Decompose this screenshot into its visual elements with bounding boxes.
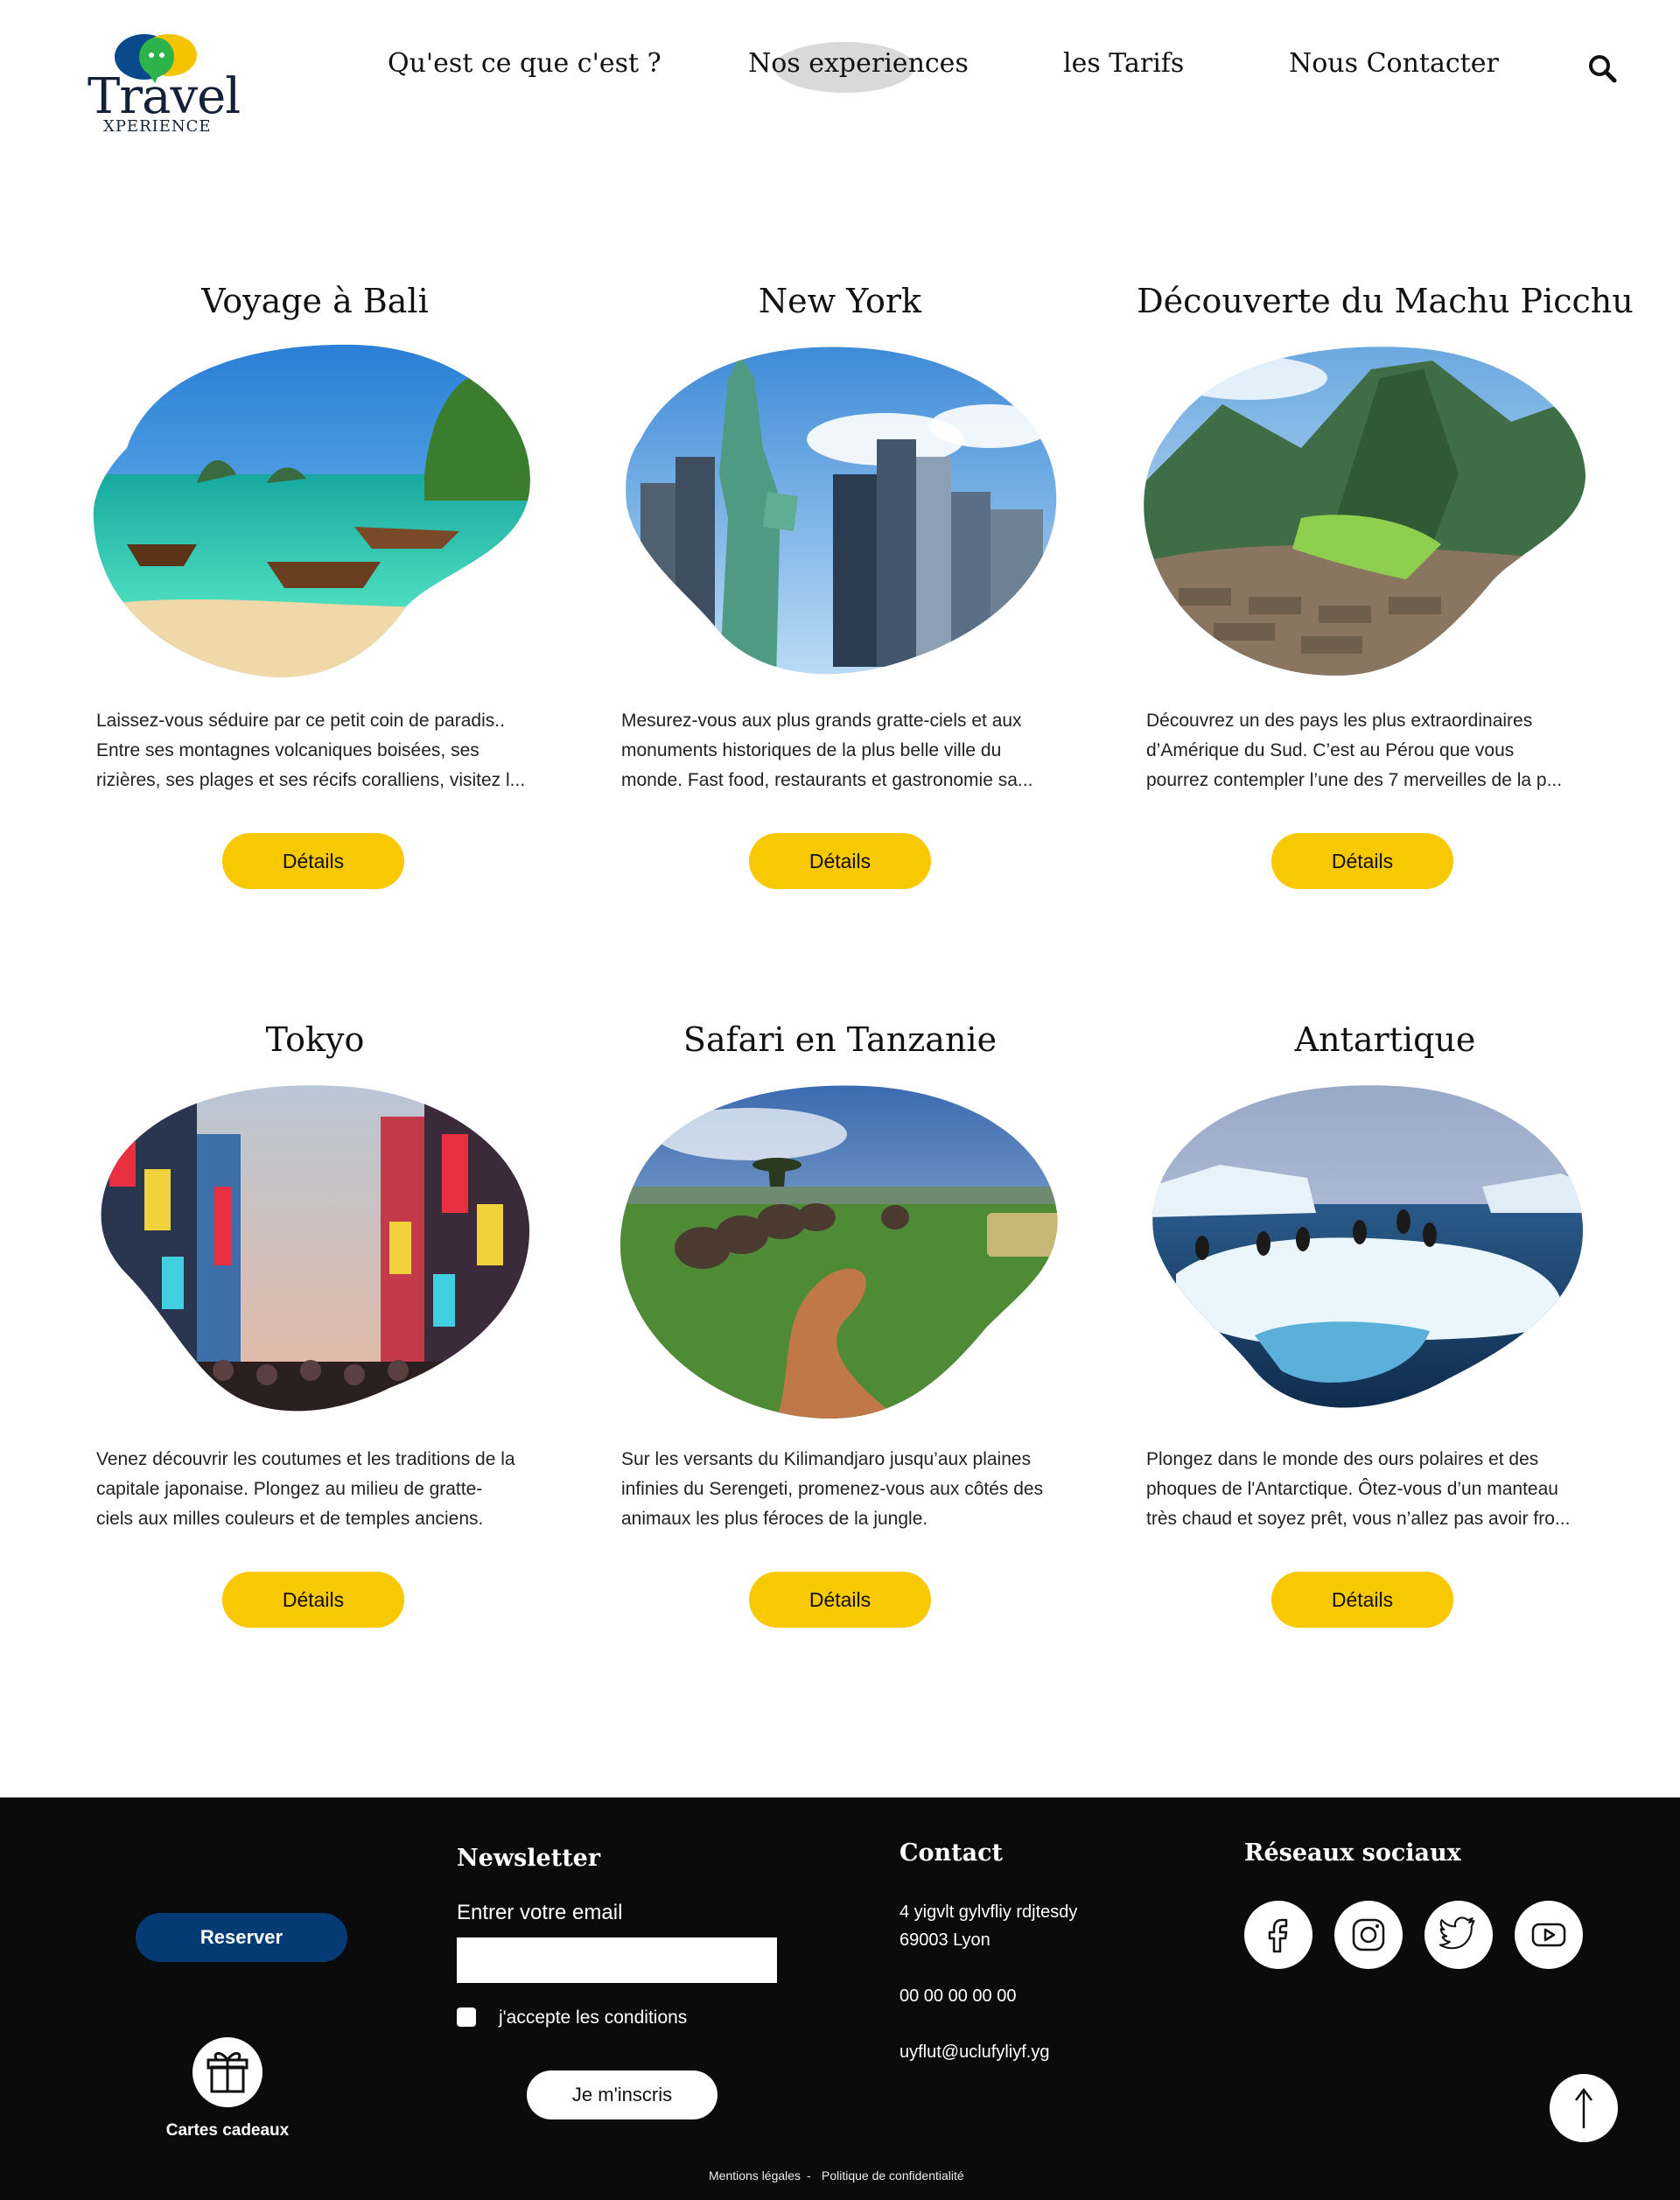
machu-picchu-image <box>1144 347 1586 676</box>
details-button-tanzanie[interactable]: Détails <box>749 1572 931 1628</box>
nav-item-tarifs[interactable]: les Tarifs <box>1063 48 1184 79</box>
reserve-button[interactable]: Reserver <box>136 1913 347 1962</box>
card-description: Plongez dans le monde des ours polaires … <box>1146 1449 1571 1529</box>
email-label: Entrer votre email <box>457 1901 623 1924</box>
card-description: Découvrez un des pays les plus extraordi… <box>1146 711 1563 790</box>
experience-card-antartique: Antartique Plongez dans le monde des our… <box>1123 1020 1648 1633</box>
site-footer: Reserver Cartes cadeaux Newsletter Entre… <box>0 1797 1680 2200</box>
safari-tanzanie-image <box>620 1085 1058 1419</box>
nav-item-what-is-it[interactable]: Qu'est ce que c'est ? <box>388 48 662 79</box>
details-button-tokyo[interactable]: Détails <box>222 1572 404 1628</box>
facebook-icon[interactable] <box>1244 1901 1312 1969</box>
nav-item-experiences[interactable]: Nos experiences <box>748 48 969 79</box>
back-to-top-arrow-icon[interactable] <box>1550 2074 1618 2142</box>
details-button-bali[interactable]: Détails <box>222 833 404 889</box>
card-title: Tokyo <box>265 1020 365 1059</box>
instagram-icon[interactable] <box>1334 1901 1403 1969</box>
site-header: Travel XPERIENCE Qu'est ce que c'est ? N… <box>0 0 1680 149</box>
experience-card-tanzanie: Safari en Tanzanie Sur les versants du K… <box>578 1020 1102 1633</box>
legal-separator: - <box>807 2168 811 2182</box>
card-title: New York <box>758 282 922 320</box>
details-button-new-york[interactable]: Détails <box>749 833 931 889</box>
search-icon[interactable] <box>1586 53 1618 84</box>
card-description: Laissez-vous séduire par ce petit coin d… <box>96 711 526 790</box>
details-button-machu-picchu[interactable]: Détails <box>1271 833 1453 889</box>
new-york-statue-image <box>626 347 1057 675</box>
gift-cards-label[interactable]: Cartes cadeaux <box>140 2121 315 2140</box>
logo-subtitle: XPERIENCE <box>103 117 212 136</box>
card-description: Sur les versants du Kilimandjaro jusqu’a… <box>621 1449 1044 1529</box>
nav-item-contact[interactable]: Nous Contacter <box>1289 48 1499 79</box>
contact-address-line2: 69003 Lyon <box>900 1930 990 1950</box>
details-button-antartique[interactable]: Détails <box>1271 1572 1453 1628</box>
youtube-icon[interactable] <box>1515 1901 1583 1969</box>
contact-address-line1: 4 yigvlt gylvfliy rdjtesdy <box>900 1902 1078 1922</box>
contact-heading: Contact <box>900 1839 1004 1867</box>
card-title: Voyage à Bali <box>201 282 429 320</box>
card-title: Antartique <box>1294 1020 1476 1059</box>
contact-phone: 00 00 00 00 00 <box>900 1986 1017 2006</box>
experience-card-new-york: New York Mesurez-vous aux plus grands gr… <box>578 282 1102 894</box>
accept-conditions-label: j'accepte les conditions <box>499 2007 688 2028</box>
antarctica-penguins-image <box>1152 1085 1584 1408</box>
bali-beach-image <box>93 344 530 677</box>
contact-email[interactable]: uyflut@uclufyliyf.yg <box>900 2042 1049 2063</box>
card-description: Venez découvrir les coutumes et les trad… <box>96 1449 515 1529</box>
newsletter-heading: Newsletter <box>457 1845 601 1872</box>
card-description: Mesurez-vous aux plus grands gratte-ciel… <box>621 711 1033 790</box>
experience-card-bali: Voyage à Bali Laissez-vous séduire par c… <box>52 282 578 894</box>
social-heading: Réseaux sociaux <box>1244 1839 1461 1867</box>
twitter-icon[interactable] <box>1424 1901 1493 1969</box>
card-title: Découverte du Machu Picchu <box>1137 282 1634 320</box>
tokyo-street-image <box>101 1085 529 1412</box>
legal-notice-link[interactable]: Mentions légales <box>709 2168 801 2182</box>
accept-conditions-checkbox[interactable] <box>457 2007 476 2027</box>
privacy-policy-link[interactable]: Politique de confidentialité <box>822 2168 964 2182</box>
gift-icon[interactable] <box>192 2037 262 2107</box>
newsletter-email-input[interactable] <box>457 1937 777 1983</box>
card-title: Safari en Tanzanie <box>682 1020 998 1059</box>
subscribe-button[interactable]: Je m'inscris <box>527 2070 718 2119</box>
experience-card-machu-picchu: Découverte du Machu Picchu Découvrez un … <box>1123 282 1648 894</box>
logo[interactable]: Travel XPERIENCE <box>88 26 241 140</box>
experience-card-tokyo: Tokyo Venez découvrir les coutumes et le… <box>52 1020 578 1633</box>
